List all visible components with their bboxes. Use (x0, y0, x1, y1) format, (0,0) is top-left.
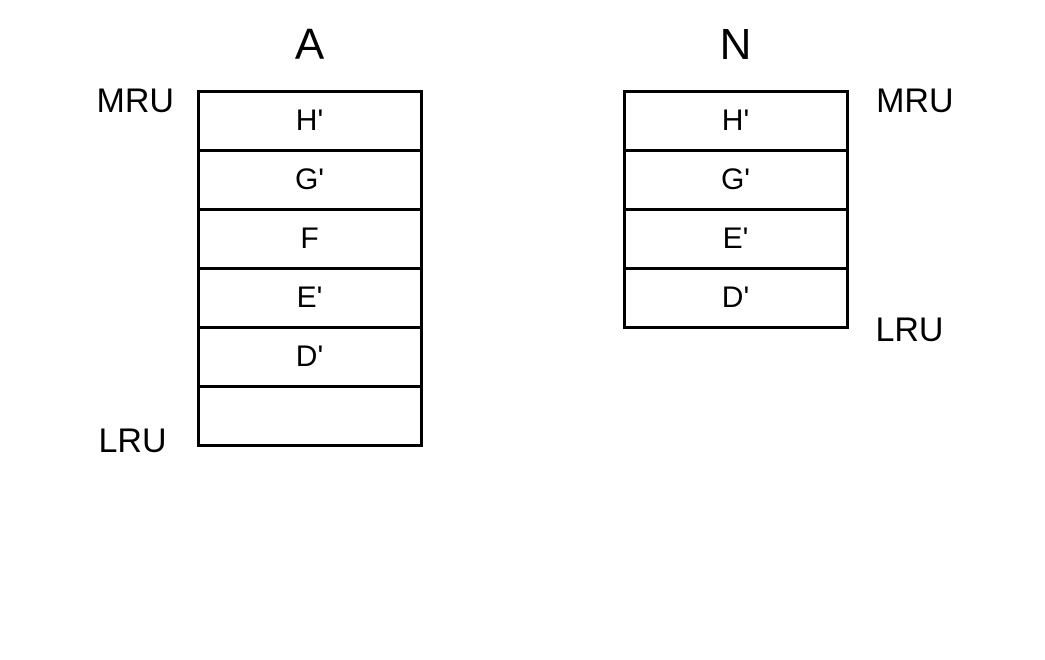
cell: H' (200, 93, 420, 152)
column-a: A MRU H' G' F E' D' LRU (197, 20, 423, 447)
mru-label-a: MRU (97, 82, 174, 121)
lru-label-n: LRU (875, 311, 943, 350)
diagram-container: A MRU H' G' F E' D' LRU N MRU H' G' E' D… (0, 0, 1045, 447)
cell (200, 388, 420, 444)
cell: D' (626, 270, 846, 326)
cell: D' (200, 329, 420, 388)
cell: H' (626, 93, 846, 152)
cell: G' (626, 152, 846, 211)
stack-wrapper-n: MRU H' G' E' D' LRU (623, 90, 849, 329)
column-header-n: N (623, 20, 849, 70)
column-header-a: A (197, 20, 423, 70)
cell: G' (200, 152, 420, 211)
stack-wrapper-a: MRU H' G' F E' D' LRU (197, 90, 423, 447)
column-n: N MRU H' G' E' D' LRU (623, 20, 849, 447)
mru-label-n: MRU (876, 82, 953, 121)
lru-label-a: LRU (99, 422, 167, 461)
stack-n: H' G' E' D' (623, 90, 849, 329)
stack-a: H' G' F E' D' (197, 90, 423, 447)
cell: E' (626, 211, 846, 270)
cell: E' (200, 270, 420, 329)
cell: F (200, 211, 420, 270)
